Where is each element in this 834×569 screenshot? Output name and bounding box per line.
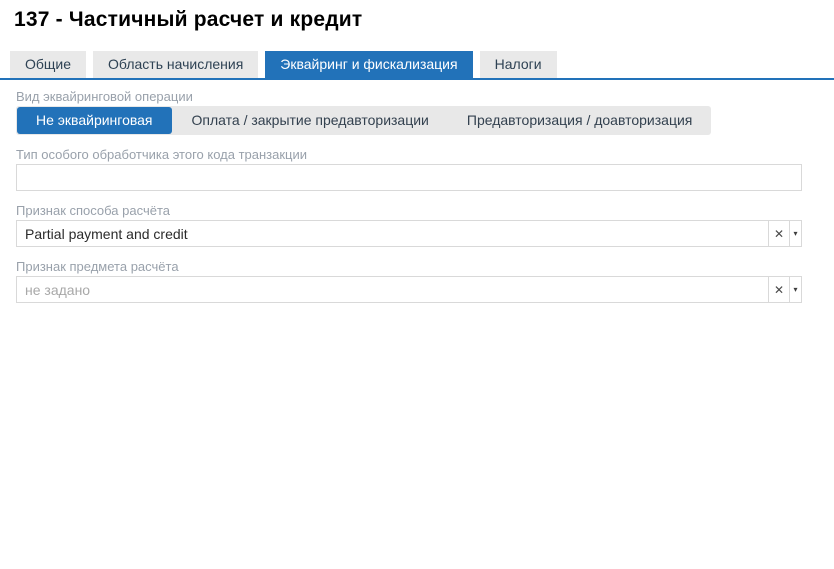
page-title: 137 - Частичный расчет и кредит bbox=[14, 8, 834, 32]
payment-subject-label: Признак предмета расчёта bbox=[16, 260, 802, 273]
segment-not-acquiring[interactable]: Не эквайринговая bbox=[17, 107, 172, 134]
payment-method-clear-button[interactable]: ✕ bbox=[768, 221, 789, 246]
payment-subject-clear-button[interactable]: ✕ bbox=[768, 277, 789, 302]
acquiring-operation-label: Вид эквайринговой операции bbox=[16, 90, 802, 103]
tab-taxes[interactable]: Налоги bbox=[480, 51, 557, 78]
transaction-code-editor: 137 - Частичный расчет и кредит Общие Об… bbox=[0, 0, 834, 569]
special-handler-label: Тип особого обработчика этого кода транз… bbox=[16, 148, 802, 161]
payment-method-dropdown-button[interactable]: ▾ bbox=[789, 221, 801, 246]
segment-payment-close-preauthorization[interactable]: Оплата / закрытие предавторизации bbox=[173, 107, 448, 134]
clear-icon: ✕ bbox=[774, 227, 784, 241]
tab-bar: Общие Область начисления Эквайринг и фис… bbox=[0, 51, 834, 80]
chevron-down-icon: ▾ bbox=[793, 229, 797, 238]
special-handler-input[interactable] bbox=[16, 164, 802, 191]
tab-acquiring-fiscalization[interactable]: Эквайринг и фискализация bbox=[265, 51, 472, 78]
tab-general[interactable]: Общие bbox=[10, 51, 86, 78]
payment-subject-combobox: ✕ ▾ bbox=[16, 276, 802, 303]
tab-accrual-area[interactable]: Область начисления bbox=[93, 51, 258, 78]
tab-panel-acquiring-fiscalization: Вид эквайринговой операции Не эквайринго… bbox=[16, 90, 802, 303]
acquiring-operation-toggle: Не эквайринговая Оплата / закрытие преда… bbox=[16, 106, 711, 135]
clear-icon: ✕ bbox=[774, 283, 784, 297]
chevron-down-icon: ▾ bbox=[793, 285, 797, 294]
segment-preauthorization-additional-authorization[interactable]: Предавторизация / доавторизация bbox=[448, 107, 712, 134]
payment-method-label: Признак способа расчёта bbox=[16, 204, 802, 217]
payment-subject-dropdown-button[interactable]: ▾ bbox=[789, 277, 801, 302]
payment-method-input[interactable] bbox=[17, 221, 768, 246]
payment-subject-input[interactable] bbox=[17, 277, 768, 302]
payment-method-combobox: ✕ ▾ bbox=[16, 220, 802, 247]
